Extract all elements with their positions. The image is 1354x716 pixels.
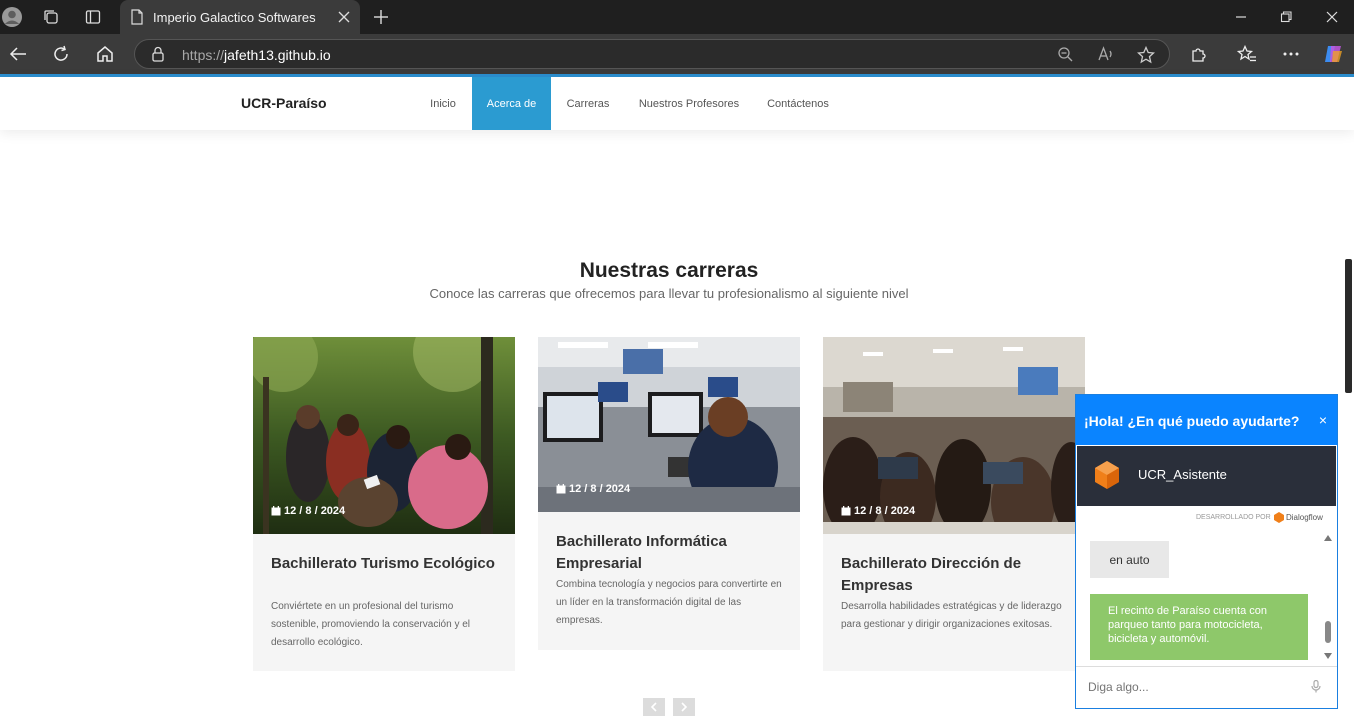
- calendar-icon: [556, 484, 566, 494]
- powered-by: DESARROLLADO POR Dialogflow: [1076, 508, 1337, 528]
- chevron-right-icon: [681, 702, 688, 712]
- zoom-out-icon[interactable]: [1057, 46, 1073, 67]
- carousel-prev-button[interactable]: [643, 698, 665, 716]
- tab-actions-icon[interactable]: [82, 6, 104, 28]
- page-icon: [126, 6, 148, 28]
- nav-carreras[interactable]: Carreras: [560, 77, 616, 130]
- lock-icon[interactable]: [151, 46, 165, 67]
- powered-by-label: DESARROLLADO POR: [1196, 514, 1271, 521]
- card-title[interactable]: Bachillerato Dirección de Empresas: [841, 553, 1071, 597]
- back-icon[interactable]: [6, 42, 30, 66]
- site-navbar: UCR-Paraíso Inicio Acerca de Carreras Nu…: [0, 77, 1354, 130]
- microphone-icon[interactable]: [1311, 679, 1321, 698]
- career-card[interactable]: 12 / 8 / 2024 Bachillerato Turismo Ecoló…: [253, 337, 515, 671]
- minimize-icon[interactable]: [1229, 6, 1253, 28]
- browser-titlebar: Imperio Galactico Softwares: [0, 0, 1354, 34]
- page-scrollbar[interactable]: [1345, 259, 1352, 393]
- card-title[interactable]: Bachillerato Informática Empresarial: [556, 531, 786, 575]
- dialogflow-logo: Dialogflow: [1274, 512, 1323, 523]
- agent-name: UCR_Asistente: [1138, 467, 1227, 482]
- chat-agent-bar: UCR_Asistente: [1077, 446, 1336, 506]
- restore-icon[interactable]: [1274, 6, 1298, 28]
- card-description: Combina tecnología y negocios para conve…: [556, 579, 782, 626]
- favorites-icon[interactable]: [1235, 42, 1259, 66]
- dialogflow-icon: [1274, 512, 1284, 523]
- favorite-star-icon[interactable]: [1136, 45, 1156, 69]
- url-text: https://jafeth13.github.io: [182, 47, 331, 63]
- chevron-left-icon: [650, 702, 657, 712]
- chat-header: ¡Hola! ¿En qué puedo ayudarte? ×: [1076, 395, 1337, 445]
- close-window-icon[interactable]: [1320, 6, 1344, 28]
- extensions-icon[interactable]: [1187, 42, 1211, 66]
- address-bar[interactable]: https://jafeth13.github.io: [134, 39, 1170, 69]
- nav-acerca-de[interactable]: Acerca de: [472, 77, 551, 130]
- calendar-icon: [841, 506, 851, 516]
- chat-scrollbar[interactable]: [1322, 535, 1334, 661]
- site-brand[interactable]: UCR-Paraíso: [241, 95, 327, 111]
- card-date: 12 / 8 / 2024: [271, 505, 345, 517]
- career-card[interactable]: 12 / 8 / 2024 Bachillerato Dirección de …: [823, 337, 1085, 671]
- bot-message: El recinto de Paraíso cuenta con parqueo…: [1090, 594, 1308, 660]
- copilot-icon[interactable]: [1321, 42, 1345, 66]
- user-message: en auto: [1090, 541, 1169, 578]
- tab-title: Imperio Galactico Softwares: [153, 10, 316, 25]
- card-description: Conviértete en un profesional del turism…: [271, 601, 470, 648]
- chat-input[interactable]: [1088, 676, 1308, 698]
- nav-contactenos[interactable]: Contáctenos: [762, 77, 834, 130]
- carousel-next-button[interactable]: [673, 698, 695, 716]
- chat-widget: ¡Hola! ¿En qué puedo ayudarte? × UCR_Asi…: [1075, 394, 1338, 709]
- home-icon[interactable]: [93, 42, 117, 66]
- scroll-down-icon[interactable]: [1324, 653, 1332, 659]
- card-date-text: 12 / 8 / 2024: [284, 505, 346, 517]
- read-aloud-icon[interactable]: [1097, 46, 1115, 67]
- more-options-icon[interactable]: [1279, 42, 1303, 66]
- chat-close-icon[interactable]: ×: [1319, 412, 1327, 428]
- new-tab-icon[interactable]: [370, 6, 392, 28]
- active-tab[interactable]: Imperio Galactico Softwares: [120, 0, 360, 34]
- card-description: Desarrolla habilidades estratégicas y de…: [841, 601, 1062, 630]
- chat-input-divider: [1076, 666, 1337, 667]
- agent-avatar-icon: [1094, 460, 1120, 495]
- card-date: 12 / 8 / 2024: [841, 505, 915, 517]
- chat-messages: en auto El recinto de Paraíso cuenta con…: [1076, 531, 1337, 666]
- refresh-icon[interactable]: [49, 42, 73, 66]
- profile-icon[interactable]: [1, 6, 23, 28]
- chat-scroll-thumb[interactable]: [1325, 621, 1331, 643]
- card-date-text: 12 / 8 / 2024: [854, 505, 916, 517]
- calendar-icon: [271, 506, 281, 516]
- scroll-up-icon[interactable]: [1324, 535, 1332, 541]
- browser-toolbar: https://jafeth13.github.io: [0, 34, 1354, 74]
- section-subtitle: Conoce las carreras que ofrecemos para l…: [429, 286, 909, 301]
- card-date-text: 12 / 8 / 2024: [569, 483, 631, 495]
- card-title[interactable]: Bachillerato Turismo Ecológico: [271, 553, 501, 575]
- card-date: 12 / 8 / 2024: [556, 483, 630, 495]
- section-title: Nuestras carreras: [579, 259, 759, 282]
- dialogflow-label: Dialogflow: [1286, 513, 1323, 522]
- chat-header-title: ¡Hola! ¿En qué puedo ayudarte?: [1084, 413, 1300, 429]
- tab-close-icon[interactable]: [334, 7, 354, 27]
- nav-inicio[interactable]: Inicio: [422, 77, 464, 130]
- nav-nuestros-profesores[interactable]: Nuestros Profesores: [634, 77, 744, 130]
- workspaces-icon[interactable]: [40, 6, 62, 28]
- career-card[interactable]: 12 / 8 / 2024 Bachillerato Informática E…: [538, 337, 800, 650]
